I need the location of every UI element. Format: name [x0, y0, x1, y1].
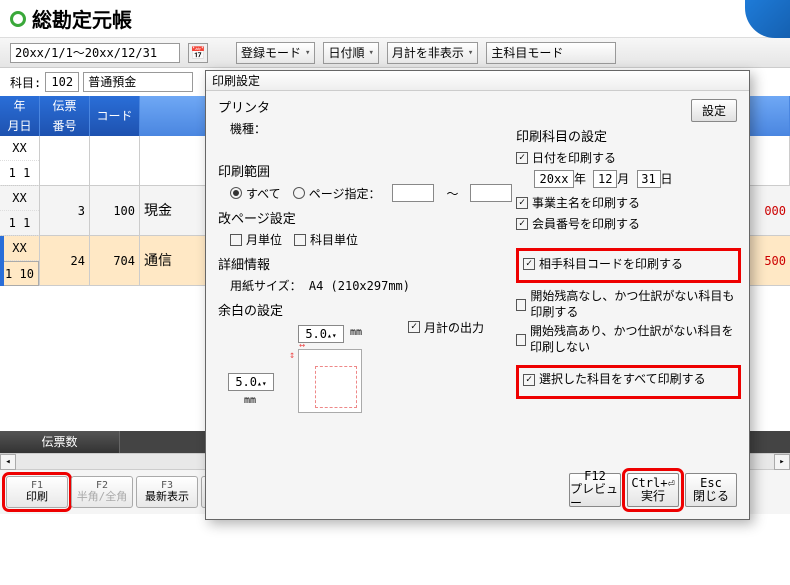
scroll-left-icon[interactable]: ◂ [0, 454, 16, 470]
mode-select[interactable]: 登録モード▾ [236, 42, 315, 64]
window-title: 総勘定元帳 [32, 4, 132, 33]
printer-settings-button[interactable]: 設定 [691, 99, 737, 122]
print-counter-code-checkbox[interactable]: ✓相手科目コードを印刷する [523, 255, 734, 272]
chevron-down-icon: ▾ [368, 48, 373, 58]
print-settings-dialog: 印刷設定 プリンタ 機種： 設定 印刷範囲 すべて ページ指定： ～ 改ページ設… [205, 70, 750, 520]
sort-select[interactable]: 日付順▾ [323, 42, 378, 64]
print-all-selected-checkbox[interactable]: ✓選択した科目をすべて印刷する [523, 372, 734, 388]
monthly-select[interactable]: 月計を非表示▾ [387, 42, 478, 64]
range-all-radio[interactable]: すべて [230, 185, 281, 202]
monthly-output-checkbox[interactable]: ✓月計の出力 [408, 319, 484, 336]
fkey-f1[interactable]: F1印刷 [6, 476, 68, 508]
range-page-radio[interactable]: ページ指定： [293, 185, 381, 202]
margin-left-input[interactable]: 5.0▴▾ [228, 373, 274, 391]
day-input[interactable]: 31 [637, 170, 661, 188]
arrow-icon: ↔ [299, 340, 315, 351]
close-button[interactable]: Esc閉じる [685, 473, 737, 507]
window-titlebar: 総勘定元帳 [0, 0, 790, 38]
print-owner-checkbox[interactable]: ✓事業主名を印刷する [516, 194, 741, 211]
chevron-down-icon: ▾ [468, 48, 473, 58]
print-member-checkbox[interactable]: ✓会員番号を印刷する [516, 215, 741, 232]
execute-button[interactable]: Ctrl+⏎実行 [627, 473, 679, 507]
chevron-down-icon: ▾ [305, 48, 310, 58]
main-mode-select[interactable]: 主科目モード [486, 42, 616, 64]
account-code-input[interactable]: 102 [45, 72, 79, 92]
no-open-balance-checkbox[interactable]: 開始残高なし、かつ仕訳がない科目も印刷する [516, 289, 741, 320]
open-balance-checkbox[interactable]: 開始残高あり、かつ仕訳がない科目を印刷しない [516, 324, 741, 355]
margin-preview: ↔ ↕ [298, 349, 362, 413]
calendar-icon[interactable]: 📅 [188, 43, 208, 63]
dialog-title: 印刷設定 [206, 71, 749, 91]
print-date-checkbox[interactable]: ✓日付を印刷する [516, 149, 741, 166]
page-to-input[interactable] [470, 184, 512, 202]
pagebreak-kamoku-checkbox[interactable]: 科目単位 [294, 231, 358, 248]
scroll-right-icon[interactable]: ▸ [774, 454, 790, 470]
account-name-input[interactable]: 普通預金 [83, 72, 193, 92]
slip-count-label: 伝票数 [0, 431, 120, 453]
fkey-f3[interactable]: F3最新表示 [136, 476, 198, 508]
preview-button[interactable]: F12プレビュー [569, 473, 621, 507]
right-section-label: 印刷科目の設定 [516, 126, 741, 145]
year-input[interactable]: 20xx [534, 170, 574, 188]
fkey-f2[interactable]: F2半角/全角 [71, 476, 133, 508]
page-from-input[interactable] [392, 184, 434, 202]
pagebreak-month-checkbox[interactable]: 月単位 [230, 231, 282, 248]
printer-section-label: プリンタ [218, 97, 737, 116]
date-range-input[interactable]: 20xx/1/1～20xx/12/31 [10, 43, 180, 63]
arrow-icon: ↕ [289, 350, 295, 366]
toolbar: 20xx/1/1～20xx/12/31 📅 登録モード▾ 日付順▾ 月計を非表示… [0, 38, 790, 68]
margin-editor: 5.0▴▾ mm 5.0▴▾ mm ↔ ↕ [218, 325, 378, 415]
print-kamoku-settings: 印刷科目の設定 ✓日付を印刷する 20xx年 12月 31日 ✓事業主名を印刷す… [516, 126, 741, 405]
app-icon [10, 11, 26, 27]
current-row-marker [0, 236, 4, 286]
account-label: 科目: [10, 74, 41, 91]
month-input[interactable]: 12 [593, 170, 617, 188]
margin-section-label: 余白の設定 [218, 300, 378, 319]
